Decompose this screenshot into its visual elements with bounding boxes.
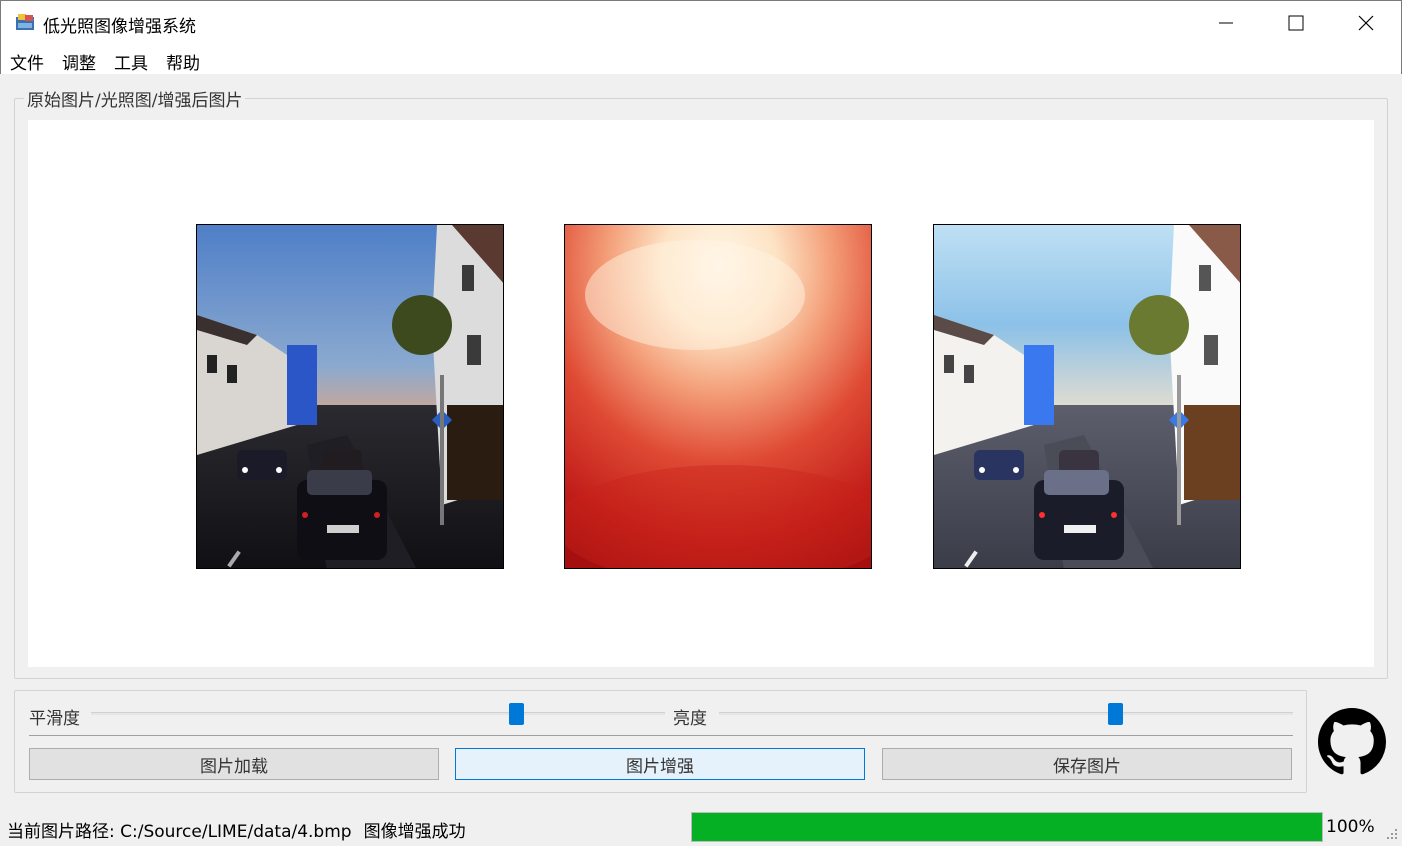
resize-grip-icon[interactable]: [1386, 828, 1398, 842]
smooth-label: 平滑度: [29, 709, 80, 729]
window-title: 低光照图像增强系统: [43, 17, 196, 37]
maximize-button[interactable]: [1261, 1, 1331, 45]
menu-file[interactable]: 文件: [10, 49, 44, 74]
menu-bar: 文件 调整 工具 帮助: [0, 44, 1402, 74]
close-icon: [1358, 15, 1374, 31]
app-icon: [16, 14, 34, 30]
save-image-button[interactable]: 保存图片: [882, 748, 1292, 780]
load-image-button[interactable]: 图片加载: [29, 748, 439, 780]
image-group-title: 原始图片/光照图/增强后图片: [24, 86, 246, 111]
brightness-slider-handle[interactable]: [1108, 703, 1124, 725]
status-path: 当前图片路径: C:/Source/LIME/data/4.bmp: [7, 822, 352, 842]
close-button[interactable]: [1331, 1, 1401, 45]
menu-adjust[interactable]: 调整: [62, 49, 96, 74]
smooth-slider-track[interactable]: [91, 712, 665, 715]
minimize-button[interactable]: [1191, 1, 1261, 45]
minimize-icon: [1219, 22, 1233, 24]
status-message: 图像增强成功: [363, 822, 466, 842]
menu-help[interactable]: 帮助: [166, 49, 200, 74]
brightness-label: 亮度: [673, 709, 707, 729]
brightness-slider-track[interactable]: [719, 712, 1293, 715]
maximize-icon: [1288, 15, 1304, 31]
progress-fill: [692, 813, 1322, 841]
progress-bar: [691, 812, 1323, 842]
menu-tools[interactable]: 工具: [114, 49, 148, 74]
controls-divider: [29, 735, 1293, 736]
status-bar: 当前图片路径: C:/Source/LIME/data/4.bmp 图像增强成功: [7, 817, 478, 842]
original-image: [196, 224, 504, 569]
title-bar: 低光照图像增强系统: [0, 0, 1402, 44]
progress-text: 100%: [1326, 817, 1375, 837]
illumination-map: [564, 224, 872, 569]
enhanced-image: [933, 224, 1241, 569]
smooth-slider-handle[interactable]: [508, 703, 524, 725]
enhance-image-button[interactable]: 图片增强: [455, 748, 865, 780]
github-icon[interactable]: [1318, 708, 1386, 776]
